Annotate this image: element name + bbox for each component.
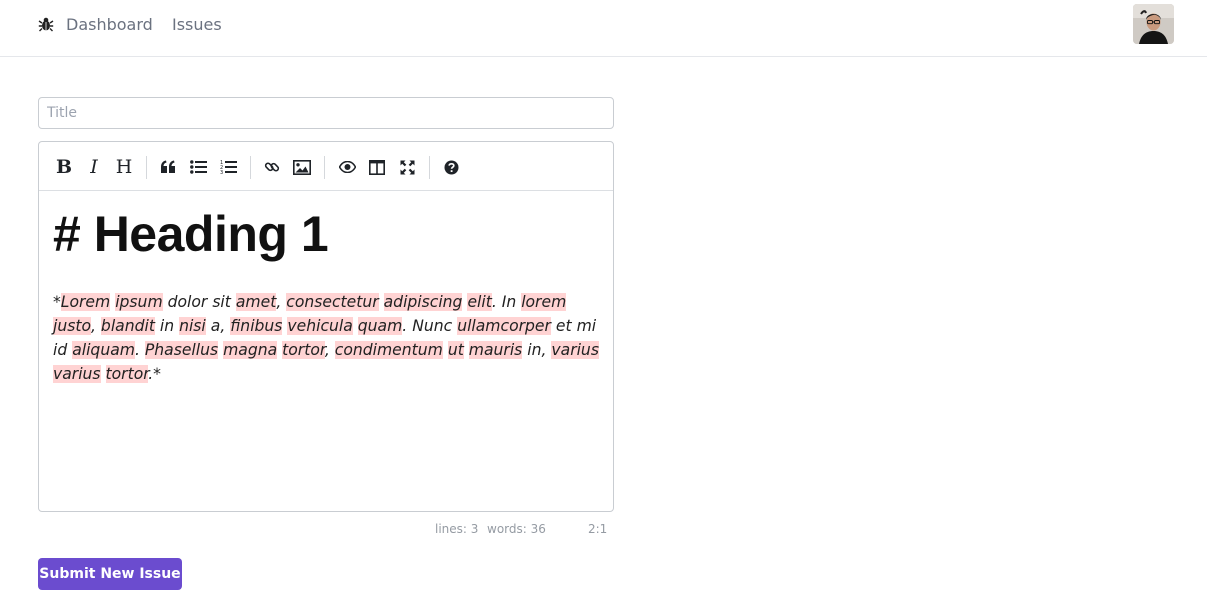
fullscreen-icon: [400, 160, 414, 174]
user-avatar[interactable]: [1133, 4, 1174, 44]
editor-content[interactable]: # Heading 1 *Lorem ipsum dolor sit amet,…: [53, 204, 601, 386]
preview-icon: [338, 161, 356, 173]
italic-icon: I: [90, 156, 98, 178]
heading-icon: H: [115, 156, 133, 178]
unordered-list-button[interactable]: [185, 154, 211, 180]
editor-paragraph: *Lorem ipsum dolor sit amet, consectetur…: [53, 293, 599, 383]
link-button[interactable]: [259, 154, 285, 180]
misspelled-word: justo: [53, 317, 91, 335]
top-navbar: Dashboard Issues: [0, 0, 1207, 57]
toolbar-separator: [146, 156, 147, 179]
toolbar-separator: [324, 156, 325, 179]
misspelled-word: blandit: [100, 317, 155, 335]
misspelled-word: amet: [235, 293, 277, 311]
heading-button[interactable]: H: [111, 154, 137, 180]
quote-button[interactable]: [155, 154, 181, 180]
misspelled-word: aliquam: [72, 341, 135, 359]
bug-icon[interactable]: [38, 16, 54, 32]
editor-toolbar: B I H 1 2 3: [39, 142, 613, 191]
image-icon: [293, 159, 311, 175]
misspelled-word: mauris: [468, 341, 523, 359]
misspelled-word: adipiscing: [383, 293, 463, 311]
misspelled-word: elit: [467, 293, 492, 311]
toolbar-separator: [250, 156, 251, 179]
misspelled-word: tortor: [105, 365, 149, 383]
bold-button[interactable]: B: [51, 154, 77, 180]
misspelled-word: quam: [357, 317, 403, 335]
image-button[interactable]: [289, 154, 315, 180]
help-icon: [444, 160, 458, 174]
bold-icon: B: [55, 156, 73, 178]
misspelled-word: tortor: [282, 341, 325, 359]
status-words: words: 36: [487, 522, 546, 536]
nav-link-issues[interactable]: Issues: [172, 15, 222, 35]
preview-button[interactable]: [334, 154, 360, 180]
misspelled-word: varius: [551, 341, 599, 359]
toolbar-separator: [429, 156, 430, 179]
markdown-editor: B I H 1 2 3 # Heading 1 *Lorem ipsum dol…: [38, 141, 614, 512]
misspelled-word: vehicula: [287, 317, 353, 335]
ordered-list-icon: 1 2 3: [220, 160, 237, 175]
unordered-list-icon: [189, 160, 207, 174]
misspelled-word: finibus: [230, 317, 283, 335]
editor-heading-line: # Heading 1: [53, 206, 329, 262]
svg-text:3: 3: [220, 170, 223, 175]
misspelled-word: Lorem: [60, 293, 111, 311]
status-cursor: 2:1: [588, 522, 608, 536]
help-button[interactable]: [438, 154, 464, 180]
misspelled-word: magna: [223, 341, 278, 359]
misspelled-word: lorem: [521, 293, 567, 311]
misspelled-word: Phasellus: [144, 341, 219, 359]
misspelled-word: ullamcorper: [457, 317, 551, 335]
quote-icon: [161, 160, 175, 173]
misspelled-word: ipsum: [115, 293, 163, 311]
side-by-side-button[interactable]: [364, 154, 390, 180]
fullscreen-button[interactable]: [394, 154, 420, 180]
status-lines: lines: 3: [435, 522, 479, 536]
ordered-list-button[interactable]: 1 2 3: [215, 154, 241, 180]
side-by-side-icon: [369, 159, 385, 175]
misspelled-word: ut: [447, 341, 464, 359]
misspelled-word: nisi: [179, 317, 206, 335]
misspelled-word: condimentum: [334, 341, 443, 359]
submit-issue-button[interactable]: Submit New Issue: [38, 558, 182, 590]
nav-link-dashboard[interactable]: Dashboard: [66, 15, 153, 35]
title-input[interactable]: [38, 97, 614, 129]
misspelled-word: varius: [53, 365, 101, 383]
italic-button[interactable]: I: [81, 154, 107, 180]
misspelled-word: consectetur: [286, 293, 379, 311]
link-icon: [264, 162, 280, 172]
